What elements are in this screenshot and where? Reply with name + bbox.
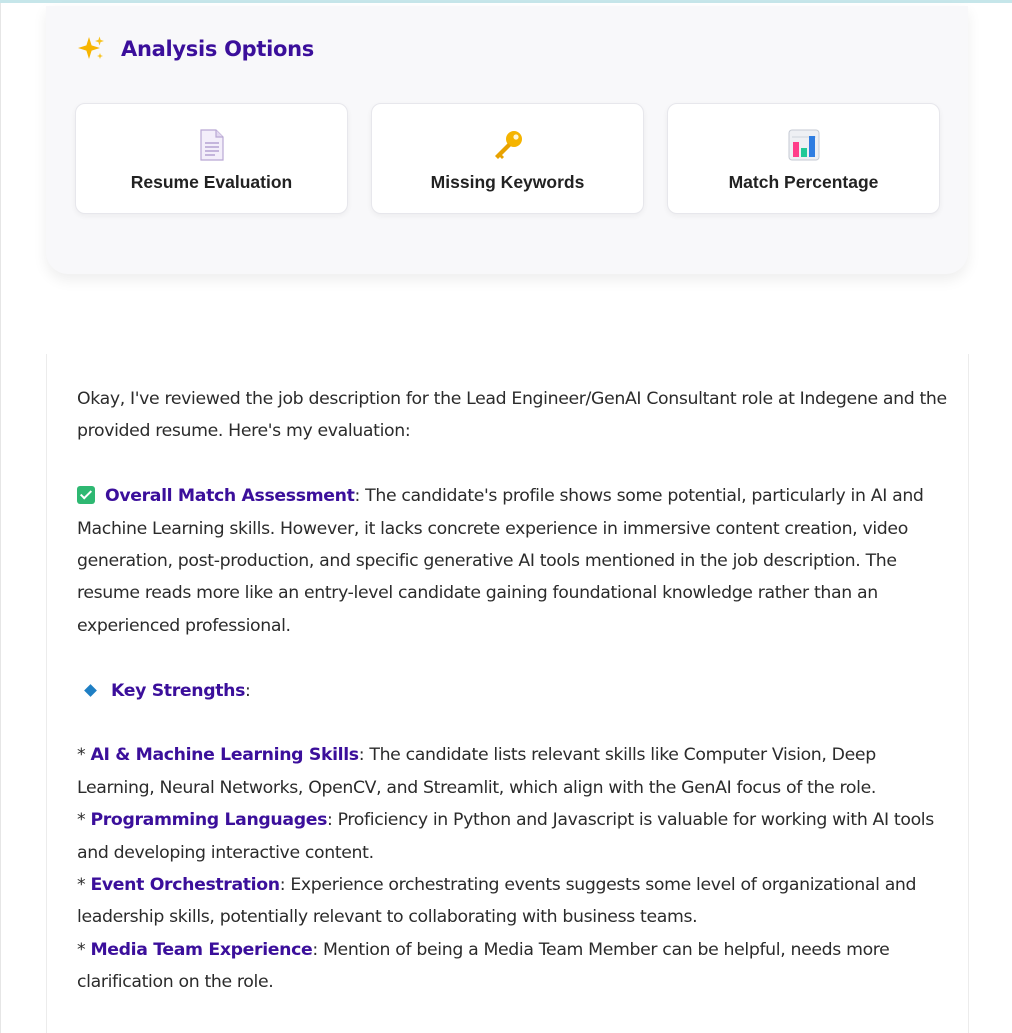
- match-percentage-label: Match Percentage: [728, 172, 879, 192]
- bullet-marker: *: [77, 939, 91, 960]
- strength-title: Media Team Experience: [90, 939, 313, 960]
- bar-chart-icon: [787, 128, 821, 162]
- top-accent-strip: [0, 0, 1012, 3]
- resume-evaluation-button[interactable]: Resume Evaluation: [75, 103, 348, 214]
- intro-paragraph: Okay, I've reviewed the job description …: [77, 389, 947, 442]
- overall-match-text: : The candidate's profile shows some pot…: [77, 486, 924, 636]
- evaluation-text: Okay, I've reviewed the job description …: [77, 383, 947, 999]
- strength-title: Event Orchestration: [90, 875, 280, 896]
- strength-item: * Media Team Experience: Mention of bein…: [77, 934, 947, 999]
- key-strengths-line: Key Strengths:: [77, 675, 947, 707]
- strength-item: * Event Orchestration: Experience orches…: [77, 869, 947, 934]
- evaluation-result-panel: Okay, I've reviewed the job description …: [46, 354, 969, 1033]
- bullet-marker: *: [77, 875, 91, 896]
- analysis-options-card: Analysis Options Resume Evaluation Missi…: [46, 6, 968, 274]
- key-strengths-heading: Key Strengths: [111, 680, 246, 701]
- strength-title: AI & Machine Learning Skills: [90, 745, 359, 766]
- document-icon: [195, 128, 229, 162]
- overall-match-heading: Overall Match Assessment: [105, 486, 355, 507]
- analysis-options-title: Analysis Options: [121, 37, 314, 61]
- key-icon: [491, 128, 525, 162]
- diamond-bullet-icon: [84, 683, 97, 697]
- resume-evaluation-label: Resume Evaluation: [130, 172, 293, 192]
- strength-title: Programming Languages: [90, 810, 328, 831]
- missing-keywords-button[interactable]: Missing Keywords: [371, 103, 644, 214]
- missing-keywords-label: Missing Keywords: [430, 172, 585, 192]
- key-strengths-suffix: :: [245, 680, 251, 701]
- bullet-marker: *: [77, 810, 91, 831]
- analysis-options-header: Analysis Options: [76, 34, 314, 64]
- overall-match-paragraph: Overall Match Assessment: The candidate'…: [77, 480, 947, 642]
- check-mark-icon: [77, 486, 95, 505]
- left-border: [0, 3, 1, 1033]
- match-percentage-button[interactable]: Match Percentage: [667, 103, 940, 214]
- bullet-marker: *: [77, 745, 91, 766]
- strength-item: * AI & Machine Learning Skills: The cand…: [77, 739, 947, 804]
- strength-item: * Programming Languages: Proficiency in …: [77, 804, 947, 869]
- sparkles-icon: [76, 34, 106, 64]
